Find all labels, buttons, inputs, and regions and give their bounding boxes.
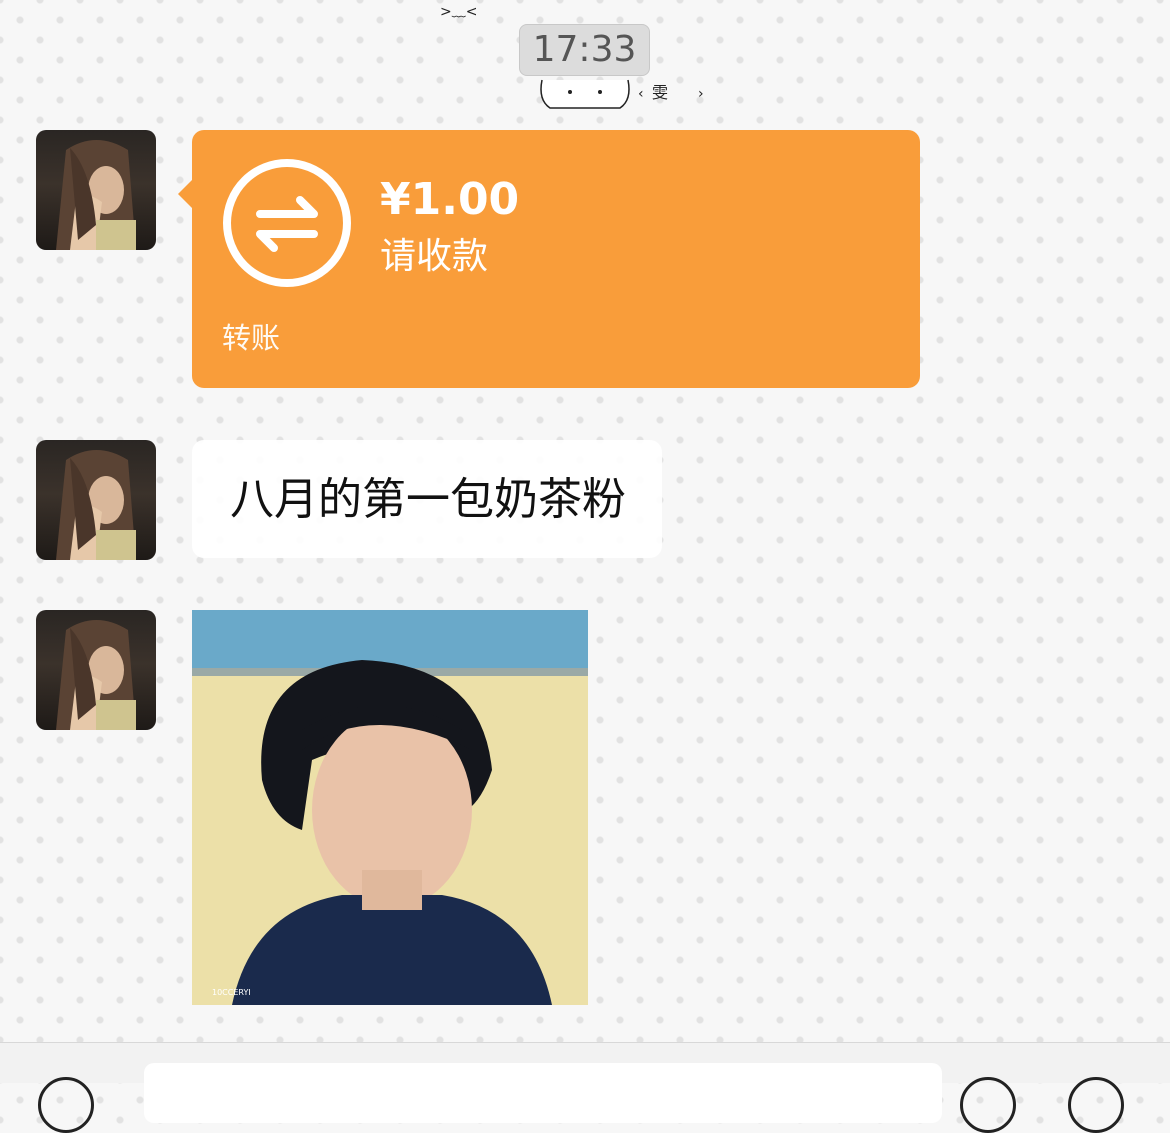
svg-text:›: ›: [698, 86, 704, 102]
image-message[interactable]: 10CCERYI: [192, 610, 588, 1005]
transfer-label: 转账: [222, 321, 281, 355]
svg-text:‹: ‹: [638, 86, 644, 102]
chat-input-bar: [0, 1042, 1170, 1133]
more-options-icon[interactable]: [1068, 1077, 1124, 1133]
sender-avatar[interactable]: [36, 130, 156, 250]
transfer-status: 请收款: [380, 236, 489, 277]
sender-avatar[interactable]: [36, 440, 156, 560]
text-message-bubble[interactable]: 八月的第一包奶茶粉: [192, 440, 662, 558]
sender-avatar[interactable]: [36, 610, 156, 730]
doodle-face: >﹏<: [440, 4, 477, 20]
voice-input-icon[interactable]: [38, 1077, 94, 1133]
doodle-label: 雯: [652, 83, 668, 102]
transfer-bubble[interactable]: ¥1.00 请收款 转账: [178, 130, 920, 388]
message-timestamp: 17:33: [519, 24, 650, 76]
image-watermark: 10CCERYI: [212, 988, 251, 997]
message-text: 八月的第一包奶茶粉: [230, 474, 626, 525]
message-input[interactable]: [144, 1063, 942, 1123]
transfer-amount: ¥1.00: [380, 174, 520, 225]
emoji-icon[interactable]: [960, 1077, 1016, 1133]
transfer-arrows-icon: [222, 158, 352, 288]
